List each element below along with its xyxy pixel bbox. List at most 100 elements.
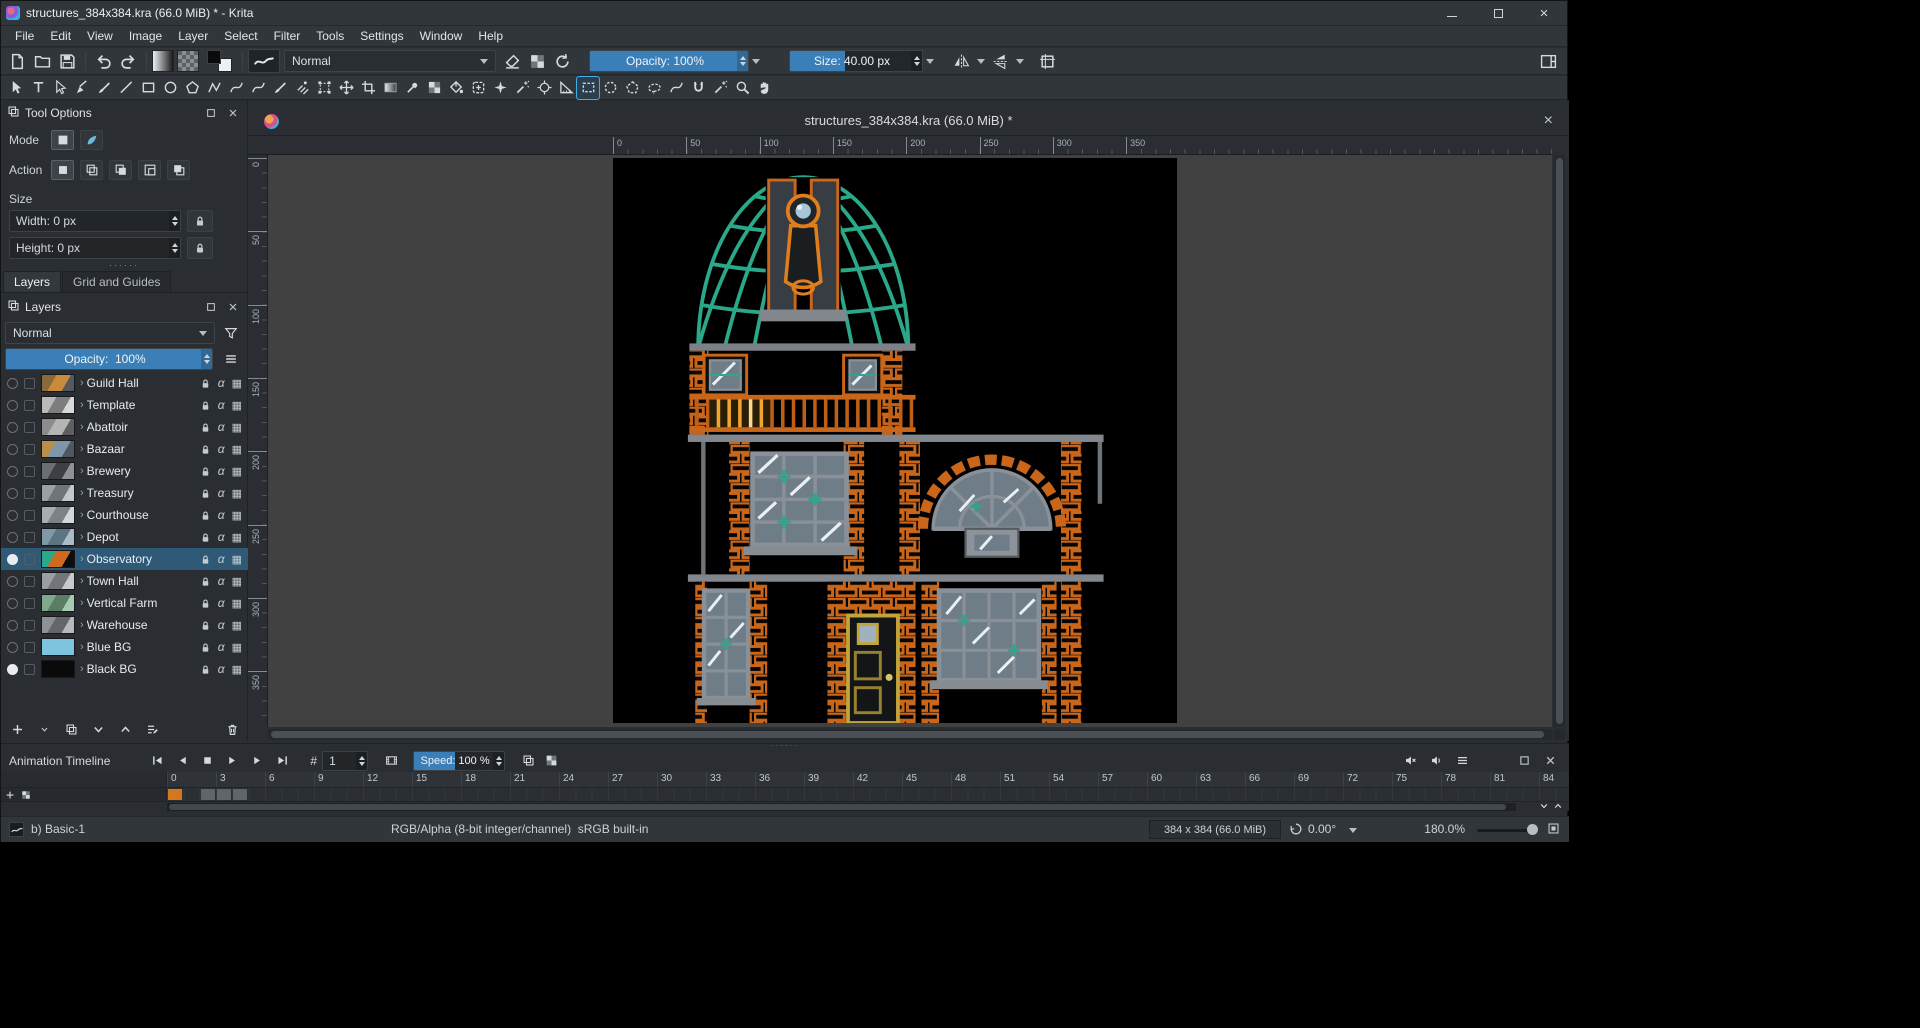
close-docker-button[interactable]	[225, 105, 241, 121]
layer-row-treasury[interactable]: ›Treasuryα▦	[1, 482, 248, 504]
layer-style-icon[interactable]: ▦	[232, 465, 242, 478]
active-frame-cell[interactable]	[168, 789, 182, 800]
alpha-icon[interactable]: α	[218, 420, 225, 434]
float-docker-button[interactable]	[1515, 751, 1533, 771]
layer-row-guild-hall[interactable]: ›Guild Hallα▦	[1, 372, 248, 394]
scrollbar-thumb[interactable]	[271, 731, 1544, 738]
lock-icon[interactable]	[200, 598, 211, 609]
opacity-spinner[interactable]	[737, 51, 748, 71]
lock-icon[interactable]	[200, 576, 211, 587]
tool-line-button[interactable]	[115, 77, 137, 99]
timeline-menu-button[interactable]	[1453, 751, 1471, 771]
layer-style-icon[interactable]: ▦	[232, 421, 242, 434]
tool-rectangular-selection-button[interactable]	[577, 77, 599, 99]
brush-preset-thumbnail[interactable]	[9, 822, 24, 837]
layer-expand-chevron[interactable]: ›	[80, 553, 84, 565]
menu-select[interactable]: Select	[216, 27, 265, 45]
tool-edit-shapes-button[interactable]	[49, 77, 71, 99]
layer-visibility-toggle[interactable]	[7, 400, 18, 411]
layer-row-black-bg[interactable]: ›Black BGα▦	[1, 658, 248, 680]
layer-expand-chevron[interactable]: ›	[80, 465, 84, 477]
tool-rectangle-button[interactable]	[137, 77, 159, 99]
fit-page-button[interactable]	[1547, 822, 1560, 838]
menu-help[interactable]: Help	[470, 27, 511, 45]
menu-filter[interactable]: Filter	[266, 27, 309, 45]
brush-preset-button[interactable]	[248, 49, 280, 73]
alpha-icon[interactable]: α	[218, 662, 225, 676]
menu-settings[interactable]: Settings	[352, 27, 411, 45]
layer-expand-chevron[interactable]: ›	[80, 509, 84, 521]
layer-expand-chevron[interactable]: ›	[80, 443, 84, 455]
layer-style-icon[interactable]: ▦	[232, 641, 242, 654]
layer-expand-chevron[interactable]: ›	[80, 377, 84, 389]
layer-row-depot[interactable]: ›Depotα▦	[1, 526, 248, 548]
volume-button[interactable]	[1427, 751, 1445, 771]
tool-similar-color-selection-button[interactable]	[709, 77, 731, 99]
layer-visibility-toggle[interactable]	[7, 598, 18, 609]
canvas-rotation-button[interactable]	[1289, 822, 1303, 836]
lock-icon[interactable]	[200, 664, 211, 675]
menu-tools[interactable]: Tools	[308, 27, 352, 45]
alpha-icon[interactable]: α	[218, 530, 225, 544]
alpha-icon[interactable]: α	[218, 442, 225, 456]
layer-visibility-toggle[interactable]	[7, 488, 18, 499]
tool-gradient-button[interactable]	[379, 77, 401, 99]
tool-enclose-and-fill-button[interactable]	[467, 77, 489, 99]
frame-display-mode-button[interactable]	[380, 751, 403, 771]
layer-style-icon[interactable]: ▦	[232, 619, 242, 632]
timeline-frame-ruler[interactable]: 0369121518212427303336394245485154576063…	[1, 772, 1569, 788]
move-layer-up-button[interactable]	[117, 721, 133, 737]
tool-smart-patch-button[interactable]	[511, 77, 533, 99]
gradient-chooser-button[interactable]	[152, 50, 174, 72]
layer-visibility-toggle[interactable]	[7, 532, 18, 543]
menu-window[interactable]: Window	[412, 27, 471, 45]
duplicate-layer-button[interactable]	[63, 721, 79, 737]
timeline-scrollbar[interactable]	[167, 803, 1516, 811]
previous-frame-button[interactable]	[171, 751, 194, 771]
layer-row-template[interactable]: ›Templateα▦	[1, 394, 248, 416]
delete-layer-button[interactable]	[224, 721, 240, 737]
layer-visibility-toggle[interactable]	[7, 642, 18, 653]
lock-icon[interactable]	[200, 444, 211, 455]
layer-visibility-toggle[interactable]	[7, 510, 18, 521]
layer-filter-button[interactable]	[219, 322, 243, 344]
brush-size-dropdown-button[interactable]	[923, 50, 937, 72]
menu-edit[interactable]: Edit	[42, 27, 79, 45]
choose-workspace-button[interactable]	[1536, 49, 1561, 73]
tool-calligraphy-button[interactable]	[71, 77, 93, 99]
eraser-mode-button[interactable]	[500, 49, 525, 73]
add-layer-button[interactable]	[9, 721, 25, 737]
lock-icon[interactable]	[200, 378, 211, 389]
layer-expand-chevron[interactable]: ›	[80, 641, 84, 653]
move-layer-down-button[interactable]	[90, 721, 106, 737]
tool-freehand-selection-button[interactable]	[643, 77, 665, 99]
width-spinbox[interactable]: Width: 0 px	[9, 210, 181, 232]
layer-expand-chevron[interactable]: ›	[80, 619, 84, 631]
scrollbar-thumb[interactable]	[1556, 158, 1563, 724]
tab-grid-and-guides[interactable]: Grid and Guides	[62, 271, 171, 292]
layer-expand-chevron[interactable]: ›	[80, 663, 84, 675]
layer-expand-chevron[interactable]: ›	[80, 487, 84, 499]
tool-text-button[interactable]	[27, 77, 49, 99]
lock-icon[interactable]	[200, 466, 211, 477]
layer-opacity-slider[interactable]: Opacity: 100%	[5, 348, 213, 370]
maximize-button[interactable]	[1475, 1, 1521, 25]
keyframe-cell-4[interactable]	[233, 789, 247, 800]
layer-row-abattoir[interactable]: ›Abattoirα▦	[1, 416, 248, 438]
layer-style-icon[interactable]: ▦	[232, 377, 242, 390]
timeline-zoom-out-icon[interactable]	[1539, 801, 1549, 811]
tool-ellipse-button[interactable]	[159, 77, 181, 99]
height-lock-button[interactable]	[187, 237, 213, 259]
tab-layers[interactable]: Layers	[3, 271, 61, 292]
skip-to-start-button[interactable]	[146, 751, 169, 771]
alpha-icon[interactable]: α	[218, 508, 225, 522]
next-frame-button[interactable]	[246, 751, 269, 771]
layer-expand-chevron[interactable]: ›	[80, 575, 84, 587]
layer-visibility-toggle[interactable]	[7, 554, 18, 565]
document-close-button[interactable]: ×	[1544, 112, 1553, 130]
menu-file[interactable]: File	[7, 27, 42, 45]
frame-spinner[interactable]	[356, 752, 367, 770]
undo-button[interactable]	[91, 49, 116, 73]
docker-splitter-handle[interactable]: ······	[1, 260, 247, 270]
action-replace-button[interactable]	[51, 160, 74, 180]
